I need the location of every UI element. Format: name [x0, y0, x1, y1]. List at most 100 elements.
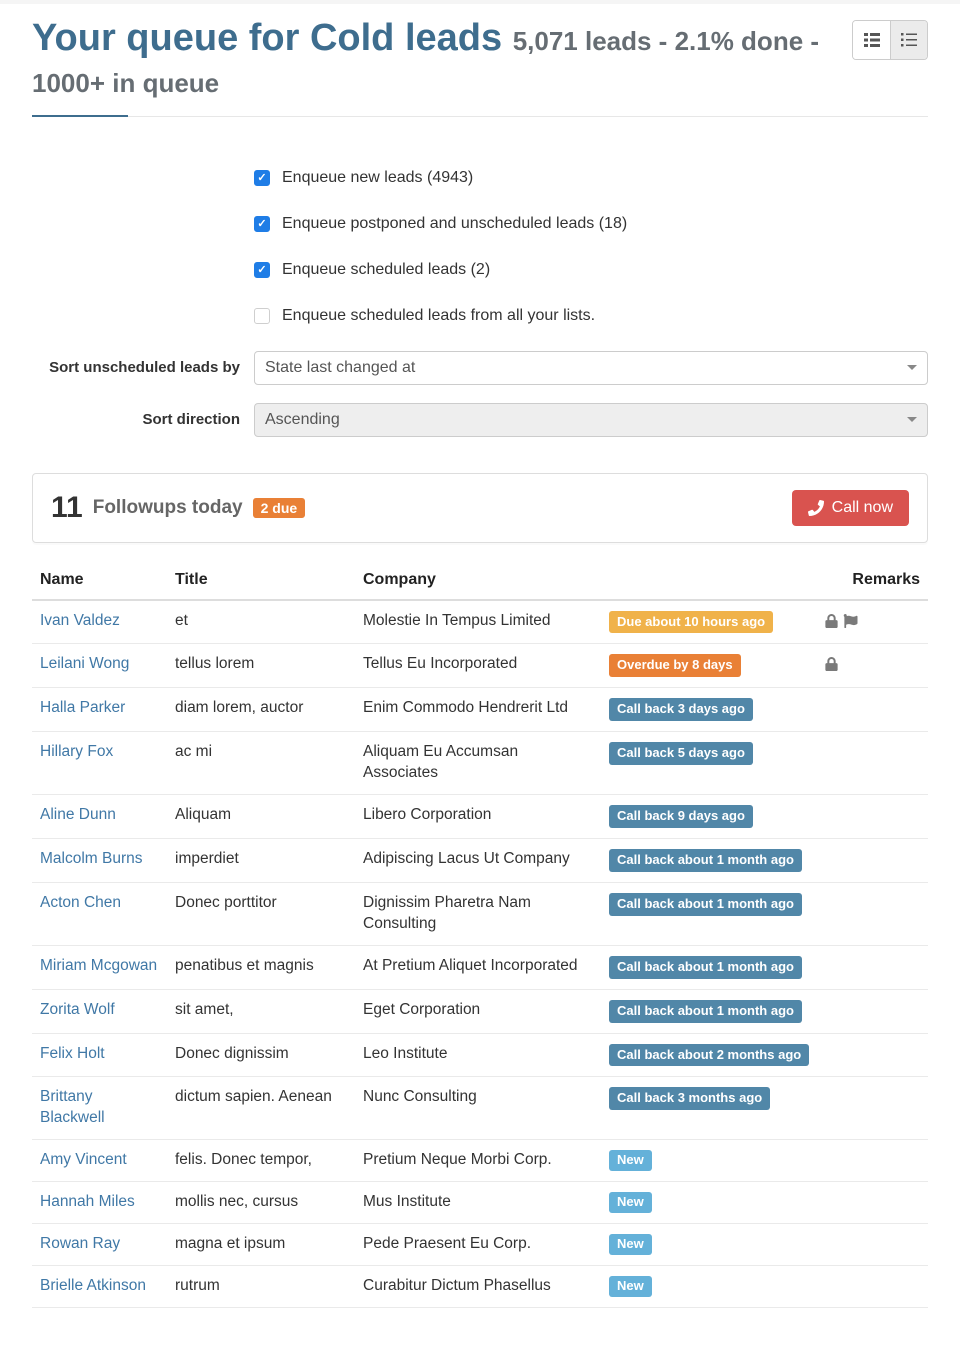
status-badge: New: [609, 1276, 652, 1297]
lead-title: magna et ipsum: [167, 1224, 355, 1266]
phone-icon: [808, 500, 824, 516]
lead-company: Tellus Eu Incorporated: [355, 644, 601, 688]
lead-status: Call back 3 days ago: [601, 688, 817, 732]
table-row: Ivan ValdezetMolestie In Tempus LimitedD…: [32, 600, 928, 644]
lead-title: diam lorem, auctor: [167, 688, 355, 732]
th-remarks: Remarks: [817, 561, 928, 600]
lead-status: Call back 9 days ago: [601, 795, 817, 839]
lead-remarks: [817, 795, 928, 839]
lead-name-link[interactable]: Felix Holt: [40, 1045, 105, 1062]
lead-title: et: [167, 600, 355, 644]
th-status: [601, 561, 817, 600]
lead-remarks: [817, 989, 928, 1033]
lead-title: Aliquam: [167, 795, 355, 839]
table-row: Amy Vincentfelis. Donec tempor,Pretium N…: [32, 1140, 928, 1182]
status-badge: New: [609, 1234, 652, 1255]
lead-name-link[interactable]: Brittany Blackwell: [40, 1088, 105, 1126]
lead-name-link[interactable]: Rowan Ray: [40, 1235, 120, 1252]
status-badge: Call back about 1 month ago: [609, 849, 802, 872]
lead-title: dictum sapien. Aenean: [167, 1077, 355, 1140]
lead-company: Dignissim Pharetra Nam Consulting: [355, 882, 601, 945]
followups-panel: 11 Followups today 2 due Call now: [32, 473, 928, 543]
th-company: Company: [355, 561, 601, 600]
lead-company: Nunc Consulting: [355, 1077, 601, 1140]
sort-direction-select[interactable]: Ascending: [254, 403, 928, 437]
lead-status: Call back 3 months ago: [601, 1077, 817, 1140]
table-row: Malcolm BurnsimperdietAdipiscing Lacus U…: [32, 839, 928, 883]
checkbox-2[interactable]: [254, 262, 270, 278]
lead-name-link[interactable]: Brielle Atkinson: [40, 1277, 146, 1294]
lead-name-link[interactable]: Halla Parker: [40, 699, 125, 716]
sort-direction-value: Ascending: [265, 411, 340, 429]
leads-table: Name Title Company Remarks Ivan Valdez et…: [32, 561, 928, 1308]
checkbox-label-2: Enqueue scheduled leads (2): [282, 261, 490, 279]
checkbox-label-0: Enqueue new leads (4943): [282, 169, 473, 187]
lead-company: Leo Institute: [355, 1033, 601, 1077]
lead-remarks: [817, 1224, 928, 1266]
status-badge: Call back 3 months ago: [609, 1087, 770, 1110]
filter-form: Enqueue new leads (4943) Enqueue postpone…: [32, 157, 928, 437]
lead-status: Call back about 1 month ago: [601, 945, 817, 989]
flag-icon: [843, 614, 858, 628]
table-row: Brielle AtkinsonrutrumCurabitur Dictum P…: [32, 1266, 928, 1308]
table-row: Zorita Wolfsit amet,Eget CorporationCall…: [32, 989, 928, 1033]
lead-status: Call back about 1 month ago: [601, 989, 817, 1033]
sort-unscheduled-label: Sort unscheduled leads by: [32, 358, 254, 378]
sort-direction-label: Sort direction: [32, 410, 254, 430]
status-badge: New: [609, 1192, 652, 1213]
view-toggle: [852, 20, 928, 60]
lead-name-link[interactable]: Acton Chen: [40, 894, 121, 911]
lock-icon: [825, 614, 838, 628]
checkbox-label-1: Enqueue postponed and unscheduled leads …: [282, 215, 627, 233]
lead-name-link[interactable]: Ivan Valdez: [40, 612, 120, 629]
lead-company: Curabitur Dictum Phasellus: [355, 1266, 601, 1308]
status-badge: Call back about 1 month ago: [609, 893, 802, 916]
checkbox-1[interactable]: [254, 216, 270, 232]
lead-name-link[interactable]: Hannah Miles: [40, 1193, 135, 1210]
lock-icon: [825, 657, 838, 671]
lead-name-link[interactable]: Zorita Wolf: [40, 1001, 115, 1018]
lead-status: New: [601, 1182, 817, 1224]
page-title: Your queue for Cold leads 5,071 leads - …: [32, 18, 852, 102]
call-now-button[interactable]: Call now: [792, 490, 909, 526]
lead-remarks: [817, 1182, 928, 1224]
lead-company: Eget Corporation: [355, 989, 601, 1033]
lead-name-link[interactable]: Leilani Wong: [40, 655, 129, 672]
th-name: Name: [32, 561, 167, 600]
followups-count: 11: [51, 491, 83, 525]
grid-icon: [864, 33, 880, 47]
status-badge: Overdue by 8 days: [609, 654, 741, 677]
lead-status: New: [601, 1266, 817, 1308]
lead-company: Pede Praesent Eu Corp.: [355, 1224, 601, 1266]
status-badge: Due about 10 hours ago: [609, 611, 773, 634]
lead-name-link[interactable]: Miriam Mcgowan: [40, 957, 157, 974]
lead-remarks: [817, 688, 928, 732]
status-badge: Call back 3 days ago: [609, 698, 753, 721]
checkbox-3[interactable]: [254, 308, 270, 324]
lead-remarks: [817, 1140, 928, 1182]
lead-name-link[interactable]: Malcolm Burns: [40, 850, 143, 867]
sort-unscheduled-value: State last changed at: [265, 359, 415, 377]
lead-remarks: [817, 882, 928, 945]
due-badge: 2 due: [253, 498, 306, 518]
lead-remarks: [817, 839, 928, 883]
checkbox-0[interactable]: [254, 170, 270, 186]
view-list-button[interactable]: [890, 21, 927, 59]
call-now-label: Call now: [832, 499, 893, 517]
table-row: Miriam Mcgowanpenatibus et magnisAt Pret…: [32, 945, 928, 989]
lead-name-link[interactable]: Hillary Fox: [40, 743, 113, 760]
lead-name-link[interactable]: Amy Vincent: [40, 1151, 127, 1168]
view-grid-button[interactable]: [853, 21, 890, 59]
sort-unscheduled-select[interactable]: State last changed at: [254, 351, 928, 385]
lead-title: felis. Donec tempor,: [167, 1140, 355, 1182]
lead-remarks: [817, 644, 928, 688]
status-badge: Call back 5 days ago: [609, 742, 753, 765]
lead-name-link[interactable]: Aline Dunn: [40, 806, 116, 823]
th-title: Title: [167, 561, 355, 600]
lead-remarks: [817, 1077, 928, 1140]
lead-title: mollis nec, cursus: [167, 1182, 355, 1224]
lead-title: Donec dignissim: [167, 1033, 355, 1077]
lead-status: Overdue by 8 days: [601, 644, 817, 688]
lead-remarks: [817, 1033, 928, 1077]
lead-title: tellus lorem: [167, 644, 355, 688]
